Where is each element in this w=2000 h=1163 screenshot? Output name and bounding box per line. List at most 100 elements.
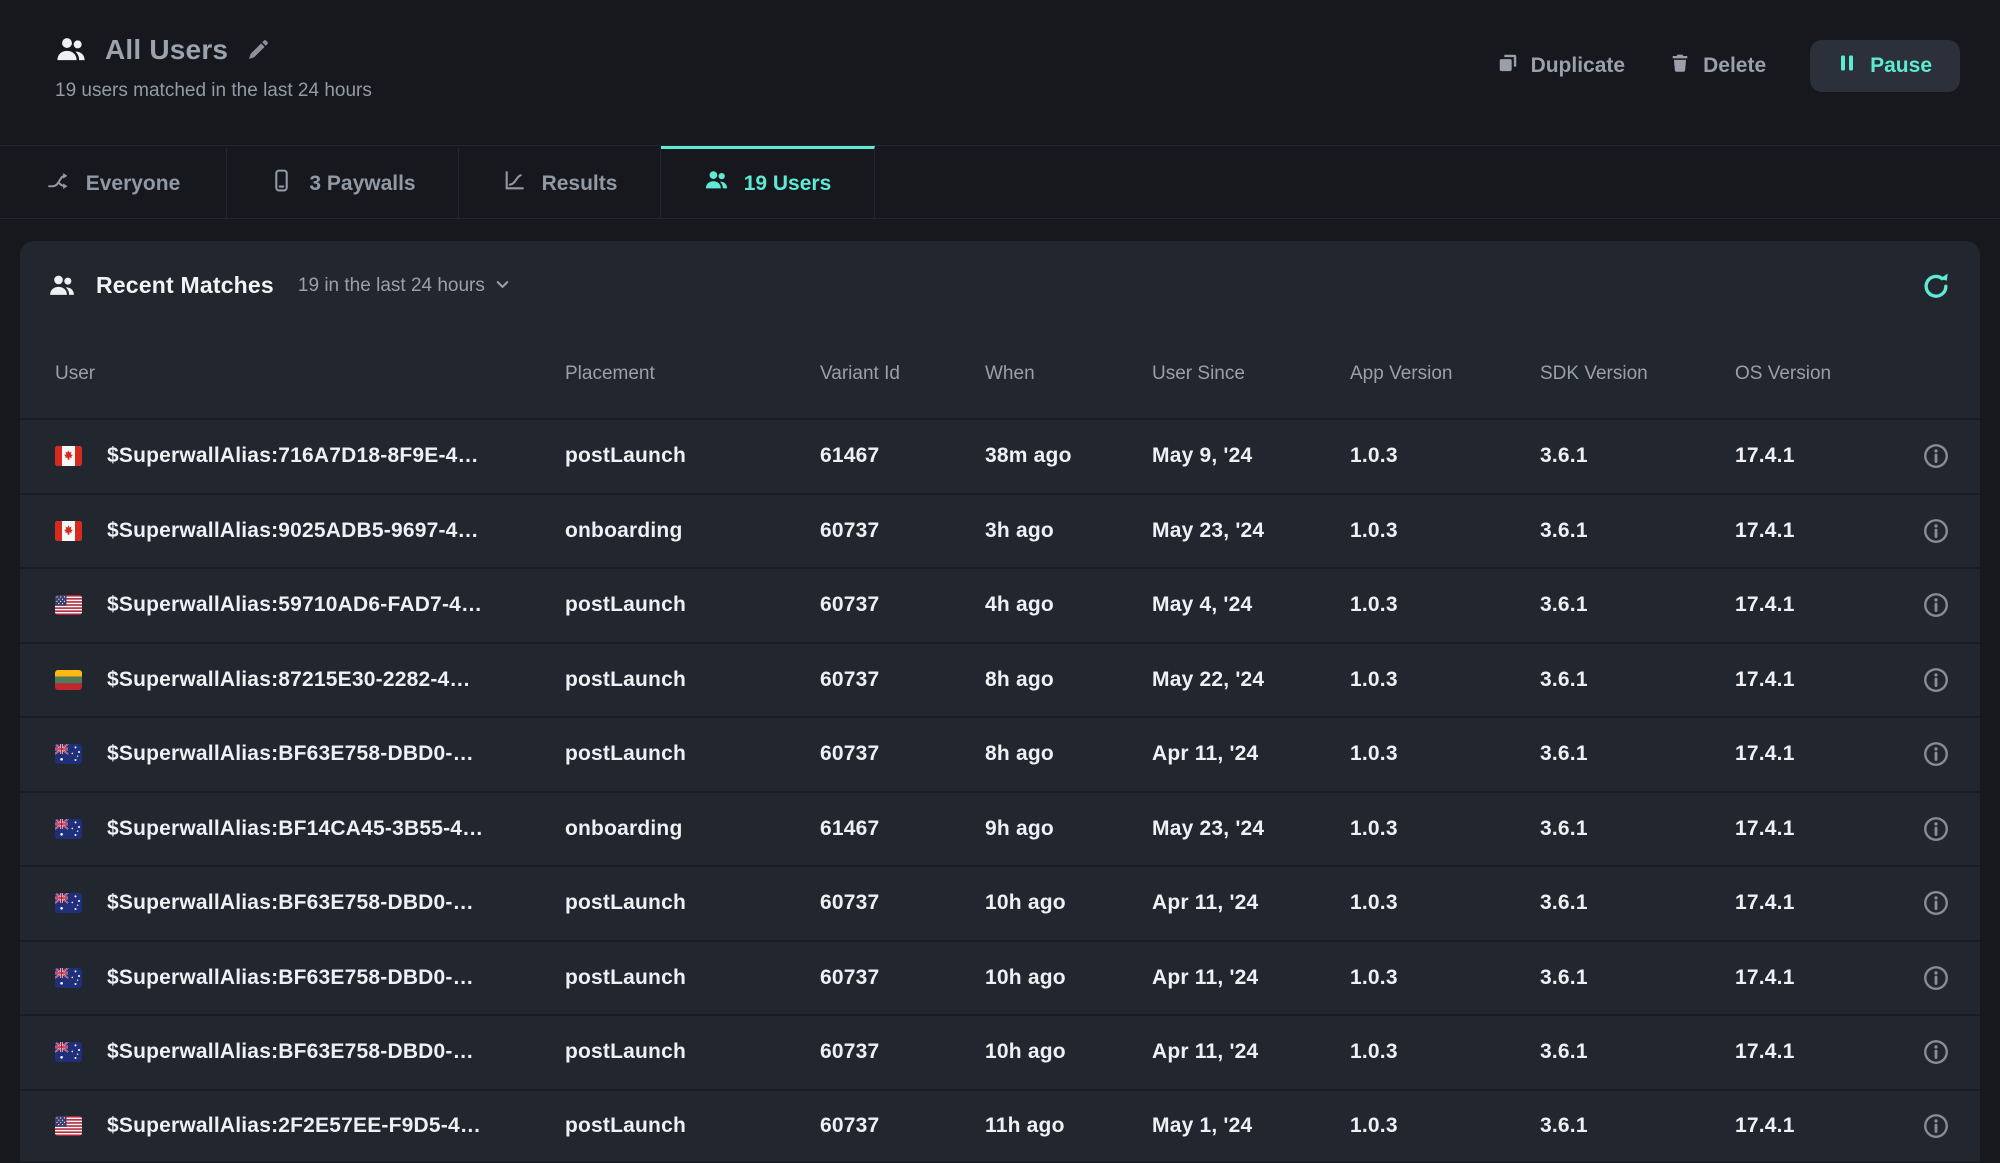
user-since-cell: May 1, '24 bbox=[1152, 1114, 1350, 1138]
info-icon[interactable] bbox=[1921, 963, 1951, 993]
flag-icon-us bbox=[55, 1116, 82, 1136]
pause-button[interactable]: Pause bbox=[1810, 40, 1960, 92]
sdk-version-cell: 3.6.1 bbox=[1540, 519, 1735, 543]
app-version-cell: 1.0.3 bbox=[1350, 742, 1540, 766]
info-icon[interactable] bbox=[1921, 516, 1951, 546]
variant-id-cell: 60737 bbox=[820, 1040, 985, 1064]
os-version-cell: 17.4.1 bbox=[1735, 1114, 1915, 1138]
user-cell: $SuperwallAlias:9025ADB5-9697-4… bbox=[45, 519, 565, 543]
table-row[interactable]: $SuperwallAlias:59710AD6-FAD7-4… postLau… bbox=[20, 567, 1980, 642]
os-version-cell: 17.4.1 bbox=[1735, 668, 1915, 692]
user-since-cell: Apr 11, '24 bbox=[1152, 966, 1350, 990]
variant-id-cell: 60737 bbox=[820, 519, 985, 543]
pause-icon bbox=[1838, 54, 1856, 78]
info-icon[interactable] bbox=[1921, 1037, 1951, 1067]
tab-paywalls-label: 3 Paywalls bbox=[309, 172, 415, 196]
campaign-dashboard: All Users 19 users matched in the last 2… bbox=[0, 0, 2000, 1163]
variant-id-cell: 61467 bbox=[820, 817, 985, 841]
tab-users-label: 19 Users bbox=[744, 172, 832, 196]
when-cell: 10h ago bbox=[985, 966, 1152, 990]
table-row[interactable]: $SuperwallAlias:2F2E57EE-F9D5-4… postLau… bbox=[20, 1089, 1980, 1163]
user-since-cell: May 23, '24 bbox=[1152, 817, 1350, 841]
user-since-cell: Apr 11, '24 bbox=[1152, 891, 1350, 915]
page-header: All Users 19 users matched in the last 2… bbox=[0, 0, 2000, 145]
flag-icon-au bbox=[55, 893, 82, 913]
when-cell: 38m ago bbox=[985, 444, 1152, 468]
user-since-cell: May 23, '24 bbox=[1152, 519, 1350, 543]
user-alias: $SuperwallAlias:BF63E758-DBD0-… bbox=[107, 742, 474, 766]
info-icon[interactable] bbox=[1921, 888, 1951, 918]
time-range-label: 19 in the last 24 hours bbox=[298, 275, 485, 297]
placement-cell: postLaunch bbox=[565, 1040, 820, 1064]
tab-results[interactable]: Results bbox=[459, 146, 661, 218]
user-alias: $SuperwallAlias:BF63E758-DBD0-… bbox=[107, 966, 474, 990]
placement-cell: postLaunch bbox=[565, 742, 820, 766]
info-icon[interactable] bbox=[1921, 441, 1951, 471]
users-icon bbox=[48, 272, 76, 300]
os-version-cell: 17.4.1 bbox=[1735, 1040, 1915, 1064]
placement-cell: onboarding bbox=[565, 817, 820, 841]
user-cell: $SuperwallAlias:BF14CA45-3B55-4… bbox=[45, 817, 565, 841]
info-icon[interactable] bbox=[1921, 1111, 1951, 1141]
app-version-cell: 1.0.3 bbox=[1350, 817, 1540, 841]
os-version-cell: 17.4.1 bbox=[1735, 519, 1915, 543]
delete-button[interactable]: Delete bbox=[1669, 52, 1766, 80]
tab-everyone-label: Everyone bbox=[86, 172, 181, 196]
header-actions: Duplicate Delete Pause bbox=[1497, 40, 1960, 92]
column-header-os-version: OS Version bbox=[1735, 363, 1915, 385]
table-row[interactable]: $SuperwallAlias:BF63E758-DBD0-… postLaun… bbox=[20, 1014, 1980, 1089]
info-icon[interactable] bbox=[1921, 814, 1951, 844]
placement-cell: postLaunch bbox=[565, 444, 820, 468]
flag-icon-au bbox=[55, 744, 82, 764]
when-cell: 4h ago bbox=[985, 593, 1152, 617]
table-header-row: User Placement Variant Id When User Sinc… bbox=[20, 330, 1980, 418]
tab-everyone[interactable]: Everyone bbox=[0, 146, 227, 218]
table-row[interactable]: $SuperwallAlias:BF14CA45-3B55-4… onboard… bbox=[20, 791, 1980, 866]
app-version-cell: 1.0.3 bbox=[1350, 966, 1540, 990]
tab-paywalls[interactable]: 3 Paywalls bbox=[227, 146, 459, 218]
chevron-down-icon bbox=[493, 272, 512, 300]
sdk-version-cell: 3.6.1 bbox=[1540, 891, 1735, 915]
column-header-app-version: App Version bbox=[1350, 363, 1540, 385]
edit-pencil-icon[interactable] bbox=[246, 38, 270, 62]
placement-cell: postLaunch bbox=[565, 966, 820, 990]
table-row[interactable]: $SuperwallAlias:BF63E758-DBD0-… postLaun… bbox=[20, 716, 1980, 791]
user-alias: $SuperwallAlias:BF14CA45-3B55-4… bbox=[107, 817, 483, 841]
info-icon[interactable] bbox=[1921, 739, 1951, 769]
sdk-version-cell: 3.6.1 bbox=[1540, 1040, 1735, 1064]
variant-id-cell: 60737 bbox=[820, 891, 985, 915]
placement-cell: postLaunch bbox=[565, 1114, 820, 1138]
table-row[interactable]: $SuperwallAlias:9025ADB5-9697-4… onboard… bbox=[20, 493, 1980, 568]
flag-icon-ca bbox=[55, 521, 82, 541]
variant-id-cell: 61467 bbox=[820, 444, 985, 468]
refresh-icon[interactable] bbox=[1920, 270, 1952, 302]
tab-users[interactable]: 19 Users bbox=[661, 146, 875, 218]
os-version-cell: 17.4.1 bbox=[1735, 891, 1915, 915]
app-version-cell: 1.0.3 bbox=[1350, 1040, 1540, 1064]
info-icon[interactable] bbox=[1921, 665, 1951, 695]
duplicate-button[interactable]: Duplicate bbox=[1497, 52, 1626, 80]
placement-cell: postLaunch bbox=[565, 891, 820, 915]
app-version-cell: 1.0.3 bbox=[1350, 593, 1540, 617]
users-icon bbox=[704, 168, 729, 199]
info-icon[interactable] bbox=[1921, 590, 1951, 620]
table-row[interactable]: $SuperwallAlias:BF63E758-DBD0-… postLaun… bbox=[20, 865, 1980, 940]
app-version-cell: 1.0.3 bbox=[1350, 668, 1540, 692]
duplicate-label: Duplicate bbox=[1531, 54, 1626, 78]
table-row[interactable]: $SuperwallAlias:716A7D18-8F9E-4… postLau… bbox=[20, 418, 1980, 493]
flag-icon-ca bbox=[55, 446, 82, 466]
time-range-dropdown[interactable]: 19 in the last 24 hours bbox=[298, 272, 512, 300]
chart-icon bbox=[502, 168, 527, 199]
table-row[interactable]: $SuperwallAlias:BF63E758-DBD0-… postLaun… bbox=[20, 940, 1980, 1015]
variant-id-cell: 60737 bbox=[820, 742, 985, 766]
user-alias: $SuperwallAlias:BF63E758-DBD0-… bbox=[107, 1040, 474, 1064]
table-row[interactable]: $SuperwallAlias:87215E30-2282-4… postLau… bbox=[20, 642, 1980, 717]
column-header-placement: Placement bbox=[565, 363, 820, 385]
tabbar-filler bbox=[875, 146, 2000, 218]
variant-id-cell: 60737 bbox=[820, 966, 985, 990]
user-alias: $SuperwallAlias:87215E30-2282-4… bbox=[107, 668, 471, 692]
sdk-version-cell: 3.6.1 bbox=[1540, 444, 1735, 468]
table-body: $SuperwallAlias:716A7D18-8F9E-4… postLau… bbox=[20, 418, 1980, 1163]
app-version-cell: 1.0.3 bbox=[1350, 519, 1540, 543]
column-header-user: User bbox=[45, 363, 565, 385]
